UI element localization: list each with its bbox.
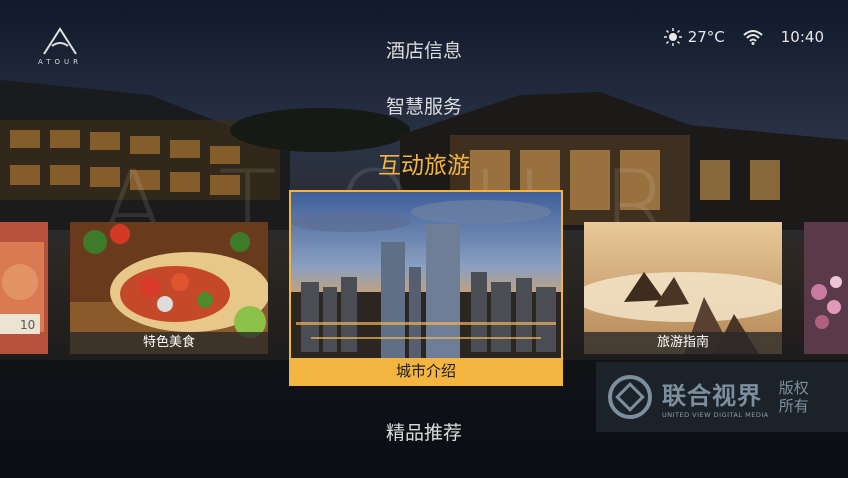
menu-smart-service[interactable]: 智慧服务 [0, 92, 848, 119]
currency-image: 10 [0, 222, 48, 354]
menu-hotel-info[interactable]: 酒店信息 [0, 36, 848, 63]
watermark-right-line2: 所有 [778, 397, 809, 415]
svg-text:10: 10 [20, 318, 35, 332]
card-local-food[interactable]: 特色美食 [70, 222, 268, 354]
watermark-right-line1: 版权 [778, 379, 809, 397]
city-skyline-image [291, 192, 561, 358]
card-city-intro[interactable]: 城市介绍 [289, 190, 563, 386]
card-city-intro-label: 城市介绍 [291, 358, 561, 384]
card-travel-guide[interactable]: 旅游指南 [584, 222, 782, 354]
menu-interactive-travel[interactable]: 互动旅游 [0, 146, 848, 180]
watermark: 联合视界 UNITED VIEW DIGITAL MEDIA 版权 所有 [596, 362, 848, 432]
united-view-logo-icon [608, 375, 652, 419]
card-currency[interactable]: 10 [0, 222, 48, 354]
watermark-subtitle: UNITED VIEW DIGITAL MEDIA [662, 410, 769, 419]
flowers-image [804, 222, 848, 354]
card-travel-guide-label: 旅游指南 [584, 332, 782, 354]
watermark-brand: 联合视界 [662, 381, 762, 410]
card-flowers[interactable] [804, 222, 848, 354]
card-local-food-label: 特色美食 [70, 332, 268, 354]
